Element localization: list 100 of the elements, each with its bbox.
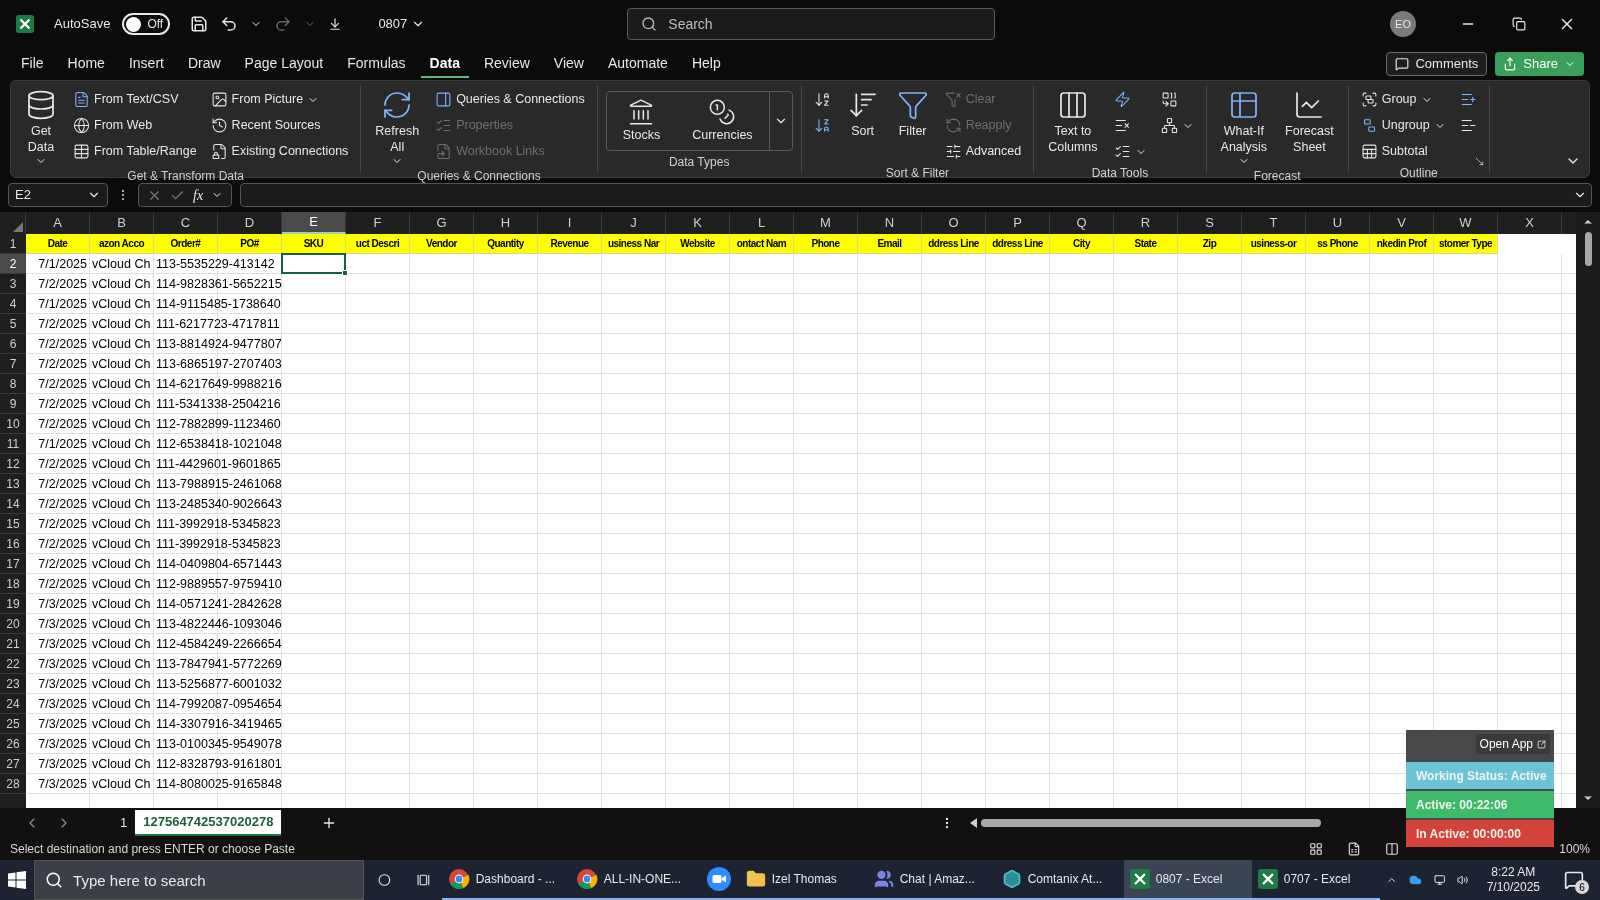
ribbon-button[interactable]: What-If Analysis (1214, 87, 1274, 167)
insert-function-button[interactable]: fx (193, 184, 204, 206)
search-field[interactable]: Search (627, 8, 996, 40)
menu-tab[interactable]: Home (58, 50, 114, 78)
header-cell: azon Acco (90, 234, 154, 254)
menu-tab[interactable]: Review (474, 50, 539, 78)
menu-tab[interactable]: File (12, 50, 53, 78)
ribbon-button[interactable]: Advanced (940, 139, 1026, 164)
comments-button[interactable]: Comments (1386, 52, 1488, 76)
windows-logo-icon[interactable] (8, 871, 27, 889)
ribbon-button[interactable]: Ungroup (1356, 113, 1450, 138)
ribbon-button[interactable]: Forecast Sheet (1279, 87, 1340, 155)
table-cell-text: 111-3992918-5345823 (156, 535, 281, 553)
ribbon-button[interactable]: Stocks (606, 92, 677, 150)
header-cell: uct Descri (346, 234, 410, 254)
menu-tab[interactable]: Data (420, 50, 469, 78)
page-layout-icon[interactable] (1347, 842, 1362, 856)
ribbon-button[interactable]: Sort (840, 87, 885, 139)
header-cell: nkedin Prof (1370, 234, 1434, 254)
header-cell: usiness-or (1242, 234, 1306, 254)
sheet-tab[interactable]: 127564742537020278 (135, 810, 282, 836)
taskbar-app[interactable]: Comtanix At... (995, 860, 1124, 900)
column-header[interactable]: E (282, 212, 346, 234)
ribbon-button[interactable]: From Picture (206, 87, 353, 112)
menu-tab[interactable]: Formulas (338, 50, 415, 78)
save-icon[interactable] (190, 15, 209, 33)
network-icon[interactable] (1433, 872, 1446, 888)
ribbon-button[interactable]: From Text/CSV (69, 87, 201, 112)
open-app-link[interactable]: Open App (1475, 734, 1550, 754)
table-cell-text: 7/2/2025 (38, 415, 87, 433)
sheet-tab[interactable]: 1 (112, 810, 136, 836)
taskbar-app[interactable]: ALL-IN-ONE... (569, 860, 698, 900)
clock-date[interactable]: 7/10/2025 (1486, 880, 1540, 895)
ribbon-button[interactable]: Group (1356, 87, 1450, 112)
ribbon-button[interactable]: Queries & Connections (431, 87, 589, 112)
search-icon (45, 871, 64, 889)
zoom-level[interactable]: 100% (1559, 840, 1590, 858)
row-header[interactable]: 1 (0, 234, 26, 254)
undo-icon[interactable] (220, 15, 239, 33)
ribbon-button[interactable]: From Web (69, 113, 201, 138)
table-cell-text: 113-7988915-2461068 (156, 475, 282, 493)
clock-icon (210, 117, 228, 134)
formula-input[interactable] (240, 183, 1592, 207)
menu-tab[interactable]: Help (682, 50, 730, 78)
taskbar-app[interactable]: 0707 - Excel (1251, 860, 1380, 900)
group-icon (1360, 91, 1378, 108)
table-cell-text: vCloud Ch (92, 755, 151, 773)
normal-view-icon[interactable] (1309, 842, 1324, 856)
avatar[interactable]: EO (1390, 11, 1416, 37)
ribbon-button[interactable]: Existing Connections (206, 139, 353, 164)
column-header[interactable]: X (1498, 212, 1562, 234)
active-cell[interactable] (281, 253, 346, 274)
fill-handle[interactable] (342, 270, 348, 276)
ribbon-button[interactable]: From Table/Range (69, 139, 201, 164)
table-cell-text: 111-4429601-9601865 (156, 455, 281, 473)
ribbon-button[interactable]: Currencies (676, 92, 769, 150)
table-cell-text: 114-7992087-0954654 (156, 695, 282, 713)
table-cell-text: 112-4584249-2266654 (156, 635, 282, 653)
menu-tab[interactable]: Automate (598, 50, 677, 78)
ribbon-button[interactable]: Recent Sources (206, 113, 353, 138)
ribbon-button[interactable]: Text to Columns (1042, 87, 1104, 155)
table-cell-text: 113-6865197-2707403 (156, 355, 282, 373)
table-cell-text: 114-6217649-9988216 (156, 375, 282, 393)
table-cell-text: vCloud Ch (92, 775, 151, 793)
toggle-knob (126, 16, 142, 32)
ribbon-button[interactable]: Get Data (19, 87, 63, 167)
menu-tab[interactable]: Draw (178, 50, 230, 78)
table-cell-text: vCloud Ch (92, 355, 151, 373)
file-name-button[interactable]: 0807 (378, 14, 426, 34)
menu-tab[interactable]: Page Layout (235, 50, 333, 78)
row-header[interactable]: 2 (0, 254, 26, 274)
scroll-thumb[interactable] (1584, 232, 1592, 266)
taskbar-app[interactable]: Izel Thomas (739, 860, 868, 900)
clock-time[interactable]: 8:22 AM (1491, 865, 1536, 880)
video-call-icon (706, 867, 731, 891)
name-box[interactable]: E2 (8, 183, 108, 207)
table-cell-text: vCloud Ch (92, 555, 151, 573)
taskbar-app[interactable]: 0807 - Excel (1123, 860, 1252, 900)
page-break-icon[interactable] (1385, 842, 1400, 856)
ribbon-button[interactable]: Filter (890, 87, 935, 139)
autosave-toggle[interactable]: Off (122, 13, 171, 35)
table-cell-text: 7/3/2025 (38, 675, 87, 693)
ribbon-button[interactable]: Subtotal (1356, 139, 1450, 164)
menu-tab[interactable]: View (544, 50, 593, 78)
table-cell-text: vCloud Ch (92, 255, 151, 273)
scroll-thumb[interactable] (981, 819, 1321, 827)
vertical-scrollbar[interactable] (1576, 212, 1600, 808)
checklist-icon (1113, 143, 1131, 160)
restore-icon[interactable] (1512, 17, 1526, 31)
taskbar-app[interactable]: Chat | Amaz... (867, 860, 996, 900)
taskbar-app[interactable]: Dashboard - ... (441, 860, 570, 900)
menu-tab[interactable]: Insert (119, 50, 173, 78)
header-cell: Revenue (538, 234, 602, 254)
dialog-launcher-icon[interactable] (1473, 156, 1485, 167)
file-lock-icon (210, 143, 228, 160)
table-cell-text: vCloud Ch (92, 615, 151, 633)
ribbon-button[interactable]: Refresh All (369, 87, 426, 167)
taskbar-search-field[interactable]: Type here to search (34, 860, 365, 900)
list-minus-icon (1459, 117, 1477, 134)
comment-icon (1395, 57, 1410, 71)
